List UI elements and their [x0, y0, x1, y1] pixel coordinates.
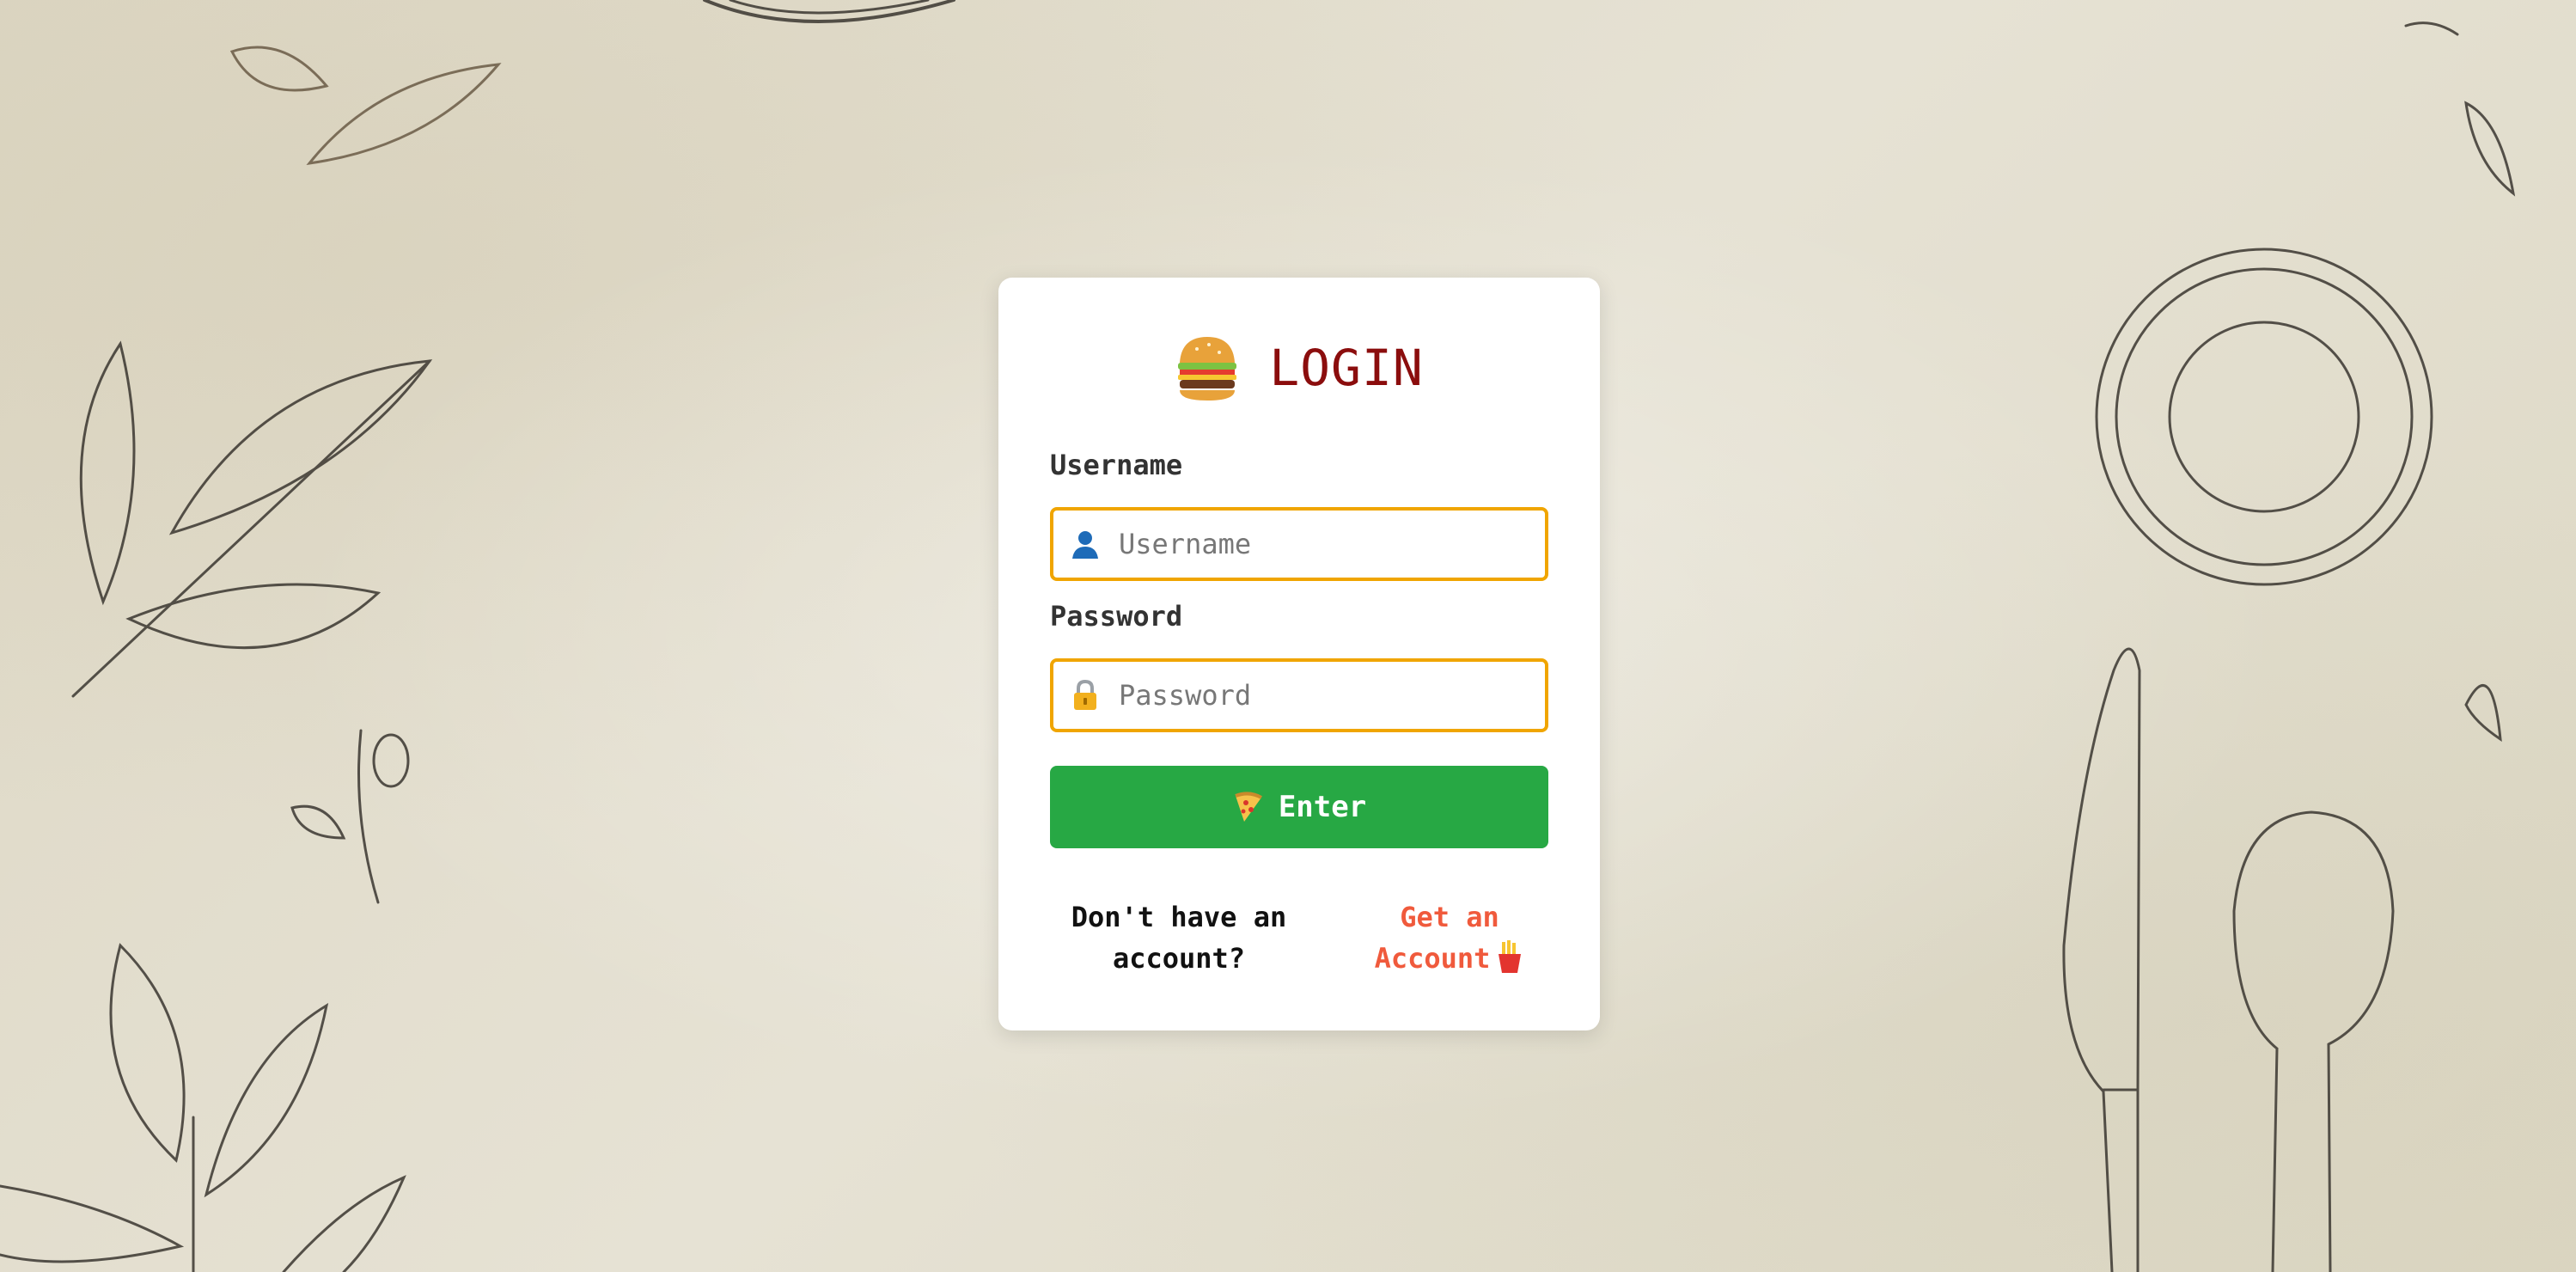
password-input[interactable]	[1119, 679, 1531, 712]
page-title: LOGIN	[1269, 339, 1424, 397]
username-input[interactable]	[1119, 528, 1531, 560]
burger-icon	[1178, 337, 1237, 401]
enter-button-label: Enter	[1278, 790, 1367, 824]
fries-icon	[1499, 940, 1522, 973]
get-account-label: Get an Account	[1374, 901, 1499, 975]
no-account-text: Don't have an account?	[1071, 901, 1287, 975]
pizza-icon	[1235, 792, 1262, 822]
username-label: Username	[1050, 449, 1183, 481]
username-field[interactable]	[1050, 507, 1548, 581]
enter-button[interactable]: Enter	[1050, 766, 1548, 848]
signup-row: Don't have an account? Get an Account	[1050, 896, 1548, 979]
login-header: LOGIN	[998, 329, 1600, 407]
lock-icon	[1074, 679, 1096, 710]
user-icon	[1072, 531, 1098, 559]
login-card: LOGIN Username Password Enter Don't have…	[998, 278, 1600, 1030]
get-account-link[interactable]: Get an Account	[1351, 896, 1548, 979]
password-field[interactable]	[1050, 658, 1548, 732]
password-label: Password	[1050, 600, 1183, 633]
